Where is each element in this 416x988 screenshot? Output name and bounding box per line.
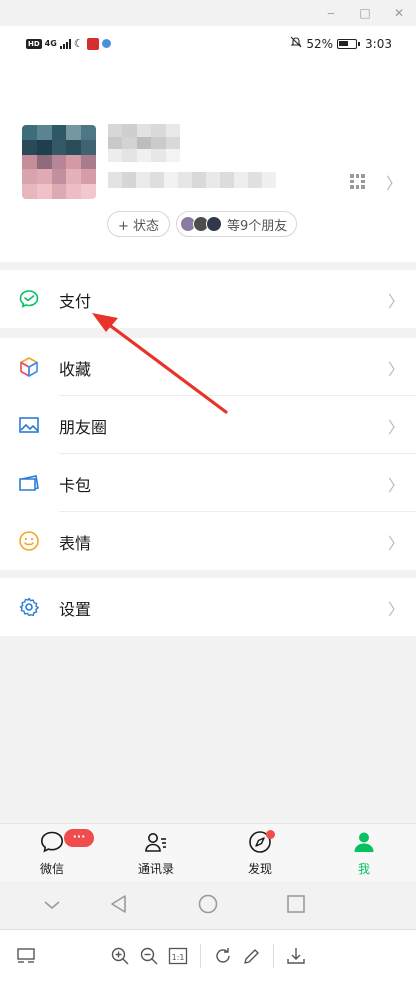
person-icon bbox=[352, 830, 376, 854]
android-nav-bar bbox=[0, 881, 416, 929]
tab-discover[interactable]: 发现 bbox=[220, 824, 300, 882]
tab-label: 发现 bbox=[247, 862, 272, 876]
zoom-in-icon[interactable] bbox=[110, 946, 130, 966]
thumbnail-view-icon[interactable] bbox=[16, 946, 36, 966]
tab-label: 我 bbox=[357, 862, 370, 876]
tab-contacts[interactable]: 通讯录 bbox=[116, 824, 196, 882]
actual-size-icon[interactable]: 1:1 bbox=[168, 946, 188, 966]
back-icon[interactable] bbox=[108, 893, 130, 919]
bottom-tab-bar: ··· 微信 通讯录 发现 我 bbox=[0, 823, 416, 881]
tab-label: 通讯录 bbox=[137, 862, 174, 876]
tab-label: 微信 bbox=[39, 862, 64, 876]
unread-badge: ··· bbox=[64, 829, 94, 847]
tab-chats[interactable]: ··· 微信 bbox=[12, 824, 94, 882]
zoom-out-icon[interactable] bbox=[139, 946, 159, 966]
recents-icon[interactable] bbox=[286, 894, 306, 918]
tab-me[interactable]: 我 bbox=[324, 824, 404, 882]
viewer-toolbar: 1:1 bbox=[0, 929, 416, 988]
discover-new-dot bbox=[266, 830, 275, 839]
home-icon[interactable] bbox=[197, 893, 219, 919]
edit-pencil-icon[interactable] bbox=[242, 946, 262, 966]
contacts-icon bbox=[144, 830, 168, 854]
download-icon[interactable] bbox=[286, 946, 306, 966]
chat-bubble-icon bbox=[40, 830, 64, 854]
toolbar-separator bbox=[273, 944, 274, 968]
hide-keyboard-chevron-icon[interactable] bbox=[42, 895, 62, 919]
toolbar-separator bbox=[200, 944, 201, 968]
svg-text:1:1: 1:1 bbox=[172, 953, 185, 962]
rotate-icon[interactable] bbox=[213, 946, 233, 966]
